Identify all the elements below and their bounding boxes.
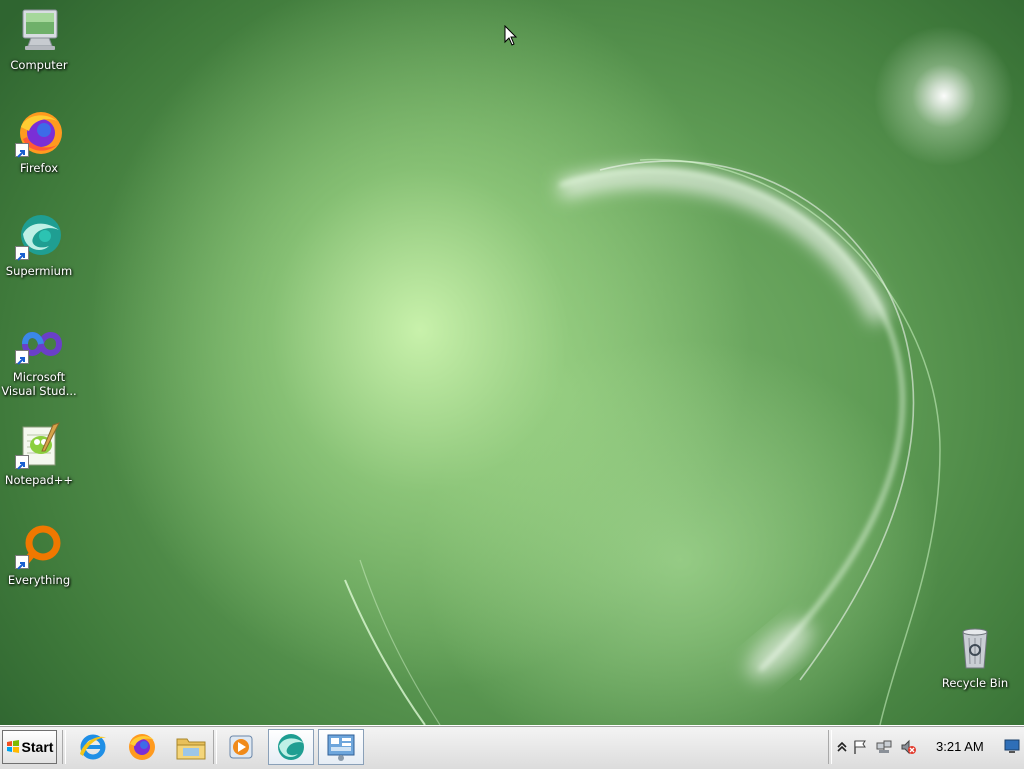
shortcut-arrow-icon (15, 350, 29, 365)
desktop-icon-computer[interactable]: Computer (0, 6, 78, 72)
taskbar-internet-explorer[interactable] (70, 729, 116, 765)
desktop-icon-recycle-bin[interactable]: Recycle Bin (936, 624, 1014, 690)
taskbar-file-explorer[interactable] (168, 729, 214, 765)
everything-search-icon (15, 521, 63, 570)
desktop-icon-everything[interactable]: Everything (0, 521, 78, 587)
taskbar-separator (62, 730, 66, 764)
taskbar: Start 3:21 AM (0, 725, 1024, 769)
taskbar-control-panel[interactable] (318, 729, 364, 765)
notepad-plus-plus-icon (15, 421, 63, 470)
start-button-label: Start (21, 739, 54, 755)
taskbar-firefox[interactable] (119, 729, 165, 765)
desktop-icon-notepad-plus-plus[interactable]: Notepad++ (0, 421, 78, 487)
desktop-icon-label: Microsoft Visual Stud... (1, 370, 77, 398)
action-center-flag-icon[interactable] (852, 739, 868, 755)
desktop-icon-visual-studio[interactable]: Microsoft Visual Stud... (0, 324, 78, 398)
clock[interactable]: 3:21 AM (936, 739, 984, 754)
firefox-icon (129, 734, 155, 760)
taskbar-separator (213, 730, 217, 764)
volume-muted-icon[interactable] (900, 739, 916, 755)
start-button[interactable]: Start (2, 730, 57, 764)
desktop-icon-label: Recycle Bin (941, 676, 1009, 690)
taskbar-media-player[interactable] (218, 729, 264, 765)
desktop-icon-supermium[interactable]: Supermium (0, 212, 78, 278)
desktop-icon-label: Notepad++ (4, 473, 74, 487)
firefox-icon (15, 109, 63, 158)
desktop-icon-firefox[interactable]: Firefox (0, 109, 78, 175)
show-desktop-icon[interactable] (1004, 738, 1020, 754)
supermium-icon (15, 212, 63, 261)
visual-studio-icon (15, 324, 63, 365)
system-tray: 3:21 AM (830, 729, 1024, 765)
media-player-icon (229, 735, 253, 759)
mouse-cursor-icon (504, 25, 518, 46)
taskbar-supermium[interactable] (268, 729, 314, 765)
file-explorer-icon (176, 738, 206, 760)
desktop-icon-label: Everything (7, 573, 71, 587)
shortcut-arrow-icon (15, 143, 29, 158)
internet-explorer-icon (80, 734, 106, 760)
control-panel-icon (327, 734, 355, 761)
windows-logo-icon (6, 740, 19, 753)
shortcut-arrow-icon (15, 246, 29, 261)
desktop-icon-label: Firefox (19, 161, 59, 175)
desktop-icon-label: Computer (10, 58, 68, 72)
recycle-bin-icon (951, 624, 999, 672)
network-icon[interactable] (876, 739, 892, 755)
desktop-icon-label: Supermium (5, 264, 73, 278)
shortcut-arrow-icon (15, 555, 29, 570)
computer-icon (15, 6, 63, 54)
show-hidden-icons-chevron-up-icon[interactable] (834, 739, 850, 755)
wallpaper-swirl (344, 158, 941, 725)
desktop[interactable]: Computer Firefox Supermium Microsoft Vis… (0, 0, 1024, 725)
supermium-icon (278, 734, 304, 760)
shortcut-arrow-icon (15, 455, 29, 470)
